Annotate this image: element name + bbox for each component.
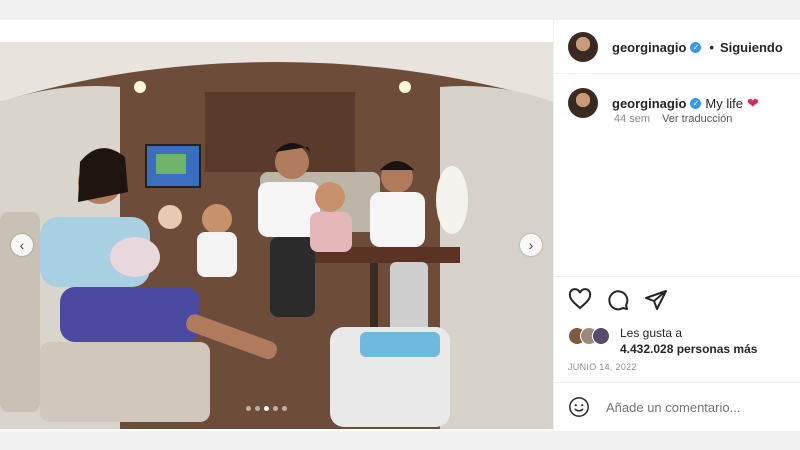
caption-meta: 44 sem Ver traducción [614, 113, 732, 125]
post-header: georginagio ✓ • Siguiendo [568, 32, 783, 62]
carousel-indicator [246, 406, 287, 411]
post-sidebar: georginagio ✓ • Siguiendo georginagio ✓ … [553, 20, 800, 431]
avatar [592, 327, 610, 345]
avatar[interactable] [568, 32, 598, 62]
likes-prefix: Les gusta a [620, 326, 683, 340]
heart-emoji-icon: ❤ [746, 94, 759, 111]
verified-badge-icon: ✓ [690, 41, 702, 53]
comment-icon[interactable] [606, 288, 630, 312]
header-divider [554, 73, 800, 74]
carousel-dot-active [264, 406, 269, 411]
likes-text: Les gusta a 4.432.028 personas más [620, 325, 757, 357]
caption-avatar[interactable] [568, 88, 598, 118]
carousel-prev-button[interactable]: ‹ [11, 234, 33, 256]
photo-illustration [0, 42, 553, 429]
likes-summary: Les gusta a 4.432.028 personas más [568, 325, 757, 357]
liker-avatars [568, 327, 612, 345]
carousel-dot [255, 406, 260, 411]
likes-count[interactable]: 4.432.028 personas más [620, 341, 757, 357]
actions-divider [554, 276, 800, 277]
comment-box [568, 396, 788, 418]
carousel-next-button[interactable]: › [520, 234, 542, 256]
verified-badge-icon: ✓ [690, 97, 702, 109]
header-username[interactable]: georginagio [612, 40, 686, 55]
comment-divider [554, 382, 800, 383]
heart-icon[interactable] [568, 288, 592, 312]
chevron-right-icon: › [528, 237, 534, 253]
share-icon[interactable] [644, 288, 668, 312]
caption-text: My life [705, 95, 743, 111]
follow-status-button[interactable]: Siguiendo [720, 40, 783, 55]
carousel-dot [282, 406, 287, 411]
action-bar [568, 288, 668, 312]
header-separator: • [709, 39, 714, 55]
carousel-dot [246, 406, 251, 411]
post-photo [0, 42, 553, 429]
emoji-icon[interactable] [568, 396, 590, 418]
carousel-dot [273, 406, 278, 411]
post-media: ‹ › [0, 20, 553, 431]
post-date: JUNIO 14, 2022 [568, 362, 637, 372]
comment-input[interactable] [604, 398, 788, 416]
chevron-left-icon: ‹ [19, 237, 25, 253]
post-age: 44 sem [614, 113, 651, 125]
caption-username[interactable]: georginagio [612, 96, 686, 111]
translate-link[interactable]: Ver traducción [662, 113, 732, 125]
